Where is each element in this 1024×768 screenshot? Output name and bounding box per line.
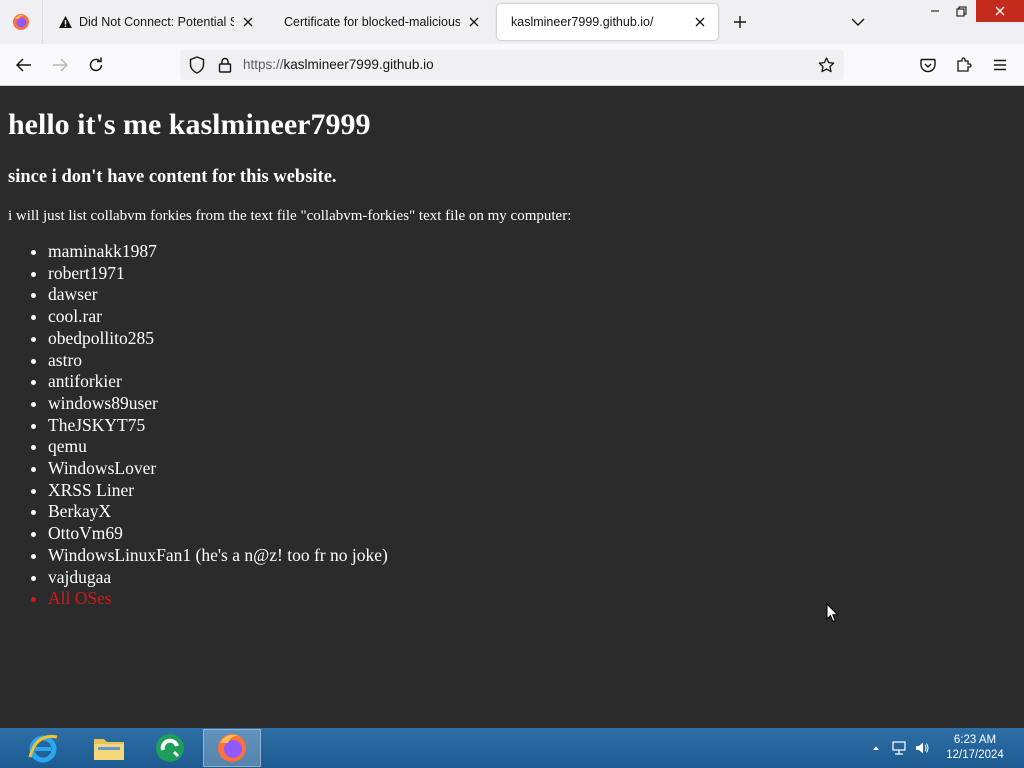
list-item: windows89user	[48, 393, 388, 415]
tab-active-site[interactable]: kaslmineer7999.github.io/	[497, 4, 718, 40]
close-window-icon[interactable]	[976, 0, 1024, 22]
clock-date: 12/17/2024	[946, 749, 1004, 761]
warning-icon	[58, 15, 73, 29]
back-arrow-icon[interactable]	[11, 52, 37, 78]
firefox-taskbar-icon[interactable]	[203, 729, 261, 767]
web-page-content: hello it's me kaslmineer7999 since i don…	[0, 86, 1024, 728]
forward-arrow-icon[interactable]	[47, 52, 73, 78]
tab-certificate[interactable]: Certificate for blocked-malicious.co	[270, 4, 492, 40]
pocket-icon[interactable]	[918, 55, 938, 75]
show-hidden-icons-chevron-icon[interactable]	[868, 740, 884, 756]
list-all-tabs-chevron-icon[interactable]	[848, 12, 868, 32]
forkies-list: maminakk1987 robert1971 dawser cool.rar …	[0, 241, 388, 610]
list-item: WindowsLover	[48, 458, 388, 480]
firefox-view-button[interactable]	[0, 0, 43, 44]
restore-window-icon[interactable]	[946, 0, 976, 22]
app-green-circle-icon[interactable]	[141, 729, 199, 767]
tab-strip: Did Not Connect: Potential Sec Certifica…	[0, 0, 1024, 44]
list-item: OttoVm69	[48, 523, 388, 545]
list-item: TheJSKYT75	[48, 415, 388, 437]
list-item: XRSS Liner	[48, 480, 388, 502]
page-subheading: since i don't have content for this webs…	[8, 167, 337, 187]
list-item: astro	[48, 350, 388, 372]
list-item: BerkayX	[48, 501, 388, 523]
system-clock[interactable]: 6:23 AM 12/17/2024	[936, 733, 1014, 763]
close-tab-icon[interactable]	[692, 14, 708, 30]
list-item-highlighted: All OSes	[48, 588, 388, 610]
tab-title: Certificate for blocked-malicious.co	[284, 15, 460, 29]
close-tab-icon[interactable]	[466, 14, 482, 30]
list-item: antiforkier	[48, 371, 388, 393]
list-item: vajdugaa	[48, 567, 388, 589]
tab-did-not-connect[interactable]: Did Not Connect: Potential Sec	[44, 4, 266, 40]
url-text[interactable]: https://kaslmineer7999.github.io	[243, 57, 434, 72]
url-scheme: https://	[243, 57, 284, 72]
tab-title: Did Not Connect: Potential Sec	[79, 15, 234, 29]
bookmark-star-icon[interactable]	[816, 55, 836, 75]
list-item: maminakk1987	[48, 241, 388, 263]
clock-time: 6:23 AM	[953, 734, 997, 746]
mouse-pointer-icon	[826, 602, 839, 628]
hamburger-menu-icon[interactable]	[990, 55, 1010, 75]
new-tab-plus-icon[interactable]	[730, 12, 750, 32]
windows-taskbar	[0, 728, 1024, 768]
intro-text: i will just list collabvm forkies from t…	[8, 208, 572, 224]
firefox-logo-icon	[13, 14, 29, 30]
list-item: qemu	[48, 436, 388, 458]
list-item: robert1971	[48, 263, 388, 285]
file-explorer-icon[interactable]	[80, 729, 138, 767]
network-icon[interactable]	[891, 740, 907, 756]
list-item: dawser	[48, 284, 388, 306]
volume-speaker-icon[interactable]	[914, 740, 930, 756]
url-host: kaslmineer7999.github.io	[283, 57, 434, 72]
close-tab-icon[interactable]	[240, 14, 256, 30]
internet-explorer-icon[interactable]	[14, 729, 72, 767]
list-item: WindowsLinuxFan1 (he's a n@z! too fr no …	[48, 545, 388, 567]
tab-title: kaslmineer7999.github.io/	[511, 15, 654, 29]
page-heading: hello it's me kaslmineer7999	[8, 108, 371, 141]
tracking-protection-shield-icon[interactable]	[187, 55, 207, 75]
reload-icon[interactable]	[83, 52, 109, 78]
extensions-puzzle-icon[interactable]	[954, 55, 974, 75]
list-item: obedpollito285	[48, 328, 388, 350]
list-item: cool.rar	[48, 306, 388, 328]
lock-icon[interactable]	[215, 55, 235, 75]
